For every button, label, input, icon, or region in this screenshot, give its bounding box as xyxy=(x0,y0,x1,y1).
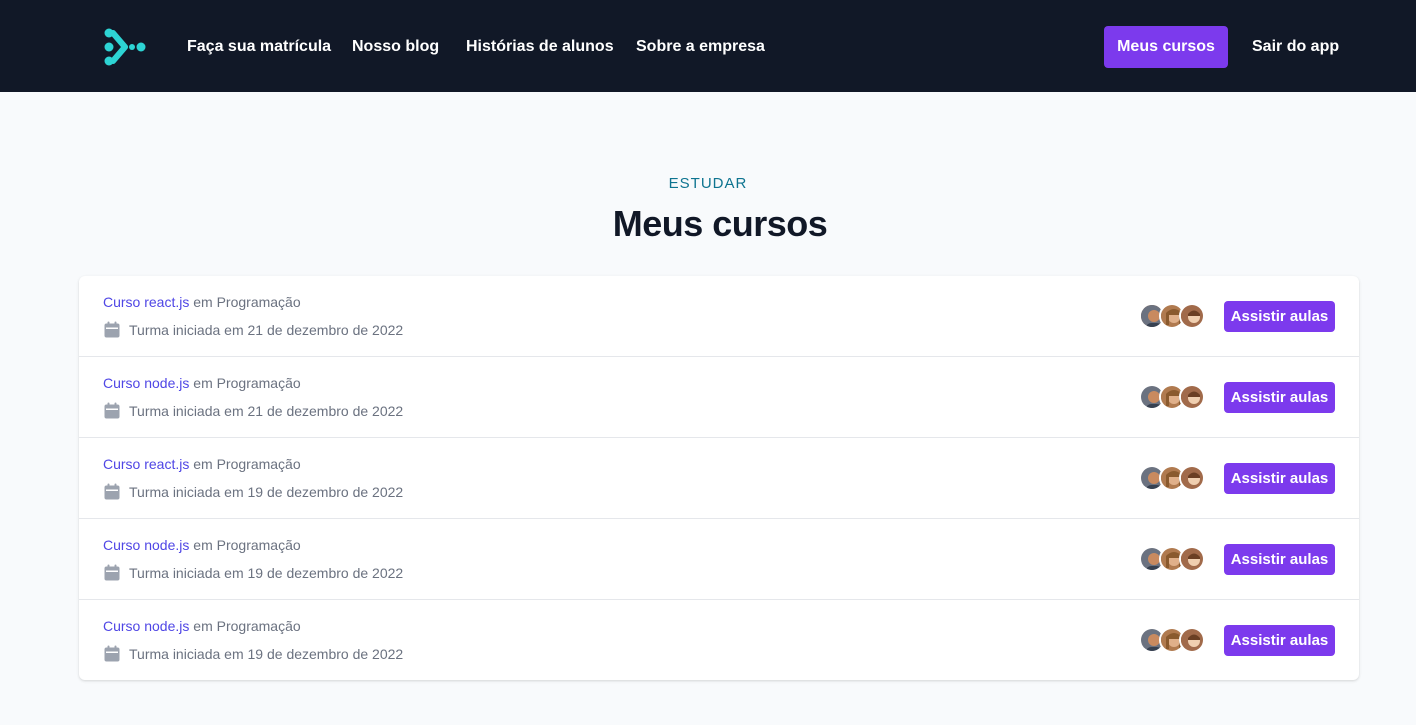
calendar-icon xyxy=(104,483,120,500)
course-name-link[interactable]: Curso node.js xyxy=(103,375,189,391)
watch-lessons-button[interactable]: Assistir aulas xyxy=(1224,382,1335,413)
course-category: em Programação xyxy=(193,294,301,310)
course-heading: Curso react.js em Programação xyxy=(103,294,301,310)
course-start-line: Turma iniciada em 21 de dezembro de 2022 xyxy=(103,321,403,339)
top-navbar: Faça sua matrícula Nosso blog Histórias … xyxy=(0,0,1416,92)
calendar-icon xyxy=(104,321,120,338)
avatar xyxy=(1179,465,1205,491)
app-logo-icon[interactable] xyxy=(103,27,147,67)
course-start-line: Turma iniciada em 19 de dezembro de 2022 xyxy=(103,645,403,663)
avatar xyxy=(1179,303,1205,329)
course-category: em Programação xyxy=(193,375,301,391)
course-start-date: Turma iniciada em 19 de dezembro de 2022 xyxy=(129,646,404,662)
course-list: Curso react.js em Programação Turma inic… xyxy=(79,276,1359,680)
calendar-icon xyxy=(104,402,120,419)
course-category: em Programação xyxy=(193,537,301,553)
calendar-icon xyxy=(104,645,120,662)
nav-link-student-stories[interactable]: Histórias de alunos xyxy=(466,38,614,56)
avatar xyxy=(1179,627,1205,653)
watch-lessons-button[interactable]: Assistir aulas xyxy=(1224,625,1335,656)
course-row: Curso react.js em Programação Turma inic… xyxy=(79,438,1359,519)
watch-lessons-button[interactable]: Assistir aulas xyxy=(1224,463,1335,494)
course-row: Curso node.js em Programação Turma inici… xyxy=(79,357,1359,438)
logout-link[interactable]: Sair do app xyxy=(1252,38,1339,56)
avatar xyxy=(1179,546,1205,572)
my-courses-button[interactable]: Meus cursos xyxy=(1104,26,1228,68)
course-start-date: Turma iniciada em 21 de dezembro de 2022 xyxy=(129,322,404,338)
course-row: Curso node.js em Programação Turma inici… xyxy=(79,600,1359,681)
watch-lessons-button[interactable]: Assistir aulas xyxy=(1224,544,1335,575)
course-start-line: Turma iniciada em 19 de dezembro de 2022 xyxy=(103,483,403,501)
course-start-line: Turma iniciada em 19 de dezembro de 2022 xyxy=(103,564,403,582)
course-name-link[interactable]: Curso node.js xyxy=(103,537,189,553)
course-name-link[interactable]: Curso react.js xyxy=(103,456,189,472)
nav-link-about-company[interactable]: Sobre a empresa xyxy=(636,38,765,56)
course-start-date: Turma iniciada em 19 de dezembro de 2022 xyxy=(129,484,404,500)
page-title: Meus cursos xyxy=(612,203,828,244)
course-heading: Curso node.js em Programação xyxy=(103,375,301,391)
course-row: Curso react.js em Programação Turma inic… xyxy=(79,276,1359,357)
calendar-icon xyxy=(104,564,120,581)
course-category: em Programação xyxy=(193,456,301,472)
course-name-link[interactable]: Curso node.js xyxy=(103,618,189,634)
nav-link-blog[interactable]: Nosso blog xyxy=(352,38,439,56)
course-start-date: Turma iniciada em 19 de dezembro de 2022 xyxy=(129,565,404,581)
nav-link-enroll[interactable]: Faça sua matrícula xyxy=(187,38,331,56)
course-heading: Curso node.js em Programação xyxy=(103,618,301,634)
course-category: em Programação xyxy=(193,618,301,634)
course-heading: Curso node.js em Programação xyxy=(103,537,301,553)
watch-lessons-button[interactable]: Assistir aulas xyxy=(1224,301,1335,332)
course-start-date: Turma iniciada em 21 de dezembro de 2022 xyxy=(129,403,404,419)
avatar xyxy=(1179,384,1205,410)
course-row: Curso node.js em Programação Turma inici… xyxy=(79,519,1359,600)
course-heading: Curso react.js em Programação xyxy=(103,456,301,472)
section-eyebrow: ESTUDAR xyxy=(668,175,748,192)
instructor-avatars xyxy=(1139,384,1205,410)
instructor-avatars xyxy=(1139,465,1205,491)
course-start-line: Turma iniciada em 21 de dezembro de 2022 xyxy=(103,402,403,420)
instructor-avatars xyxy=(1139,627,1205,653)
instructor-avatars xyxy=(1139,546,1205,572)
course-name-link[interactable]: Curso react.js xyxy=(103,294,189,310)
instructor-avatars xyxy=(1139,303,1205,329)
